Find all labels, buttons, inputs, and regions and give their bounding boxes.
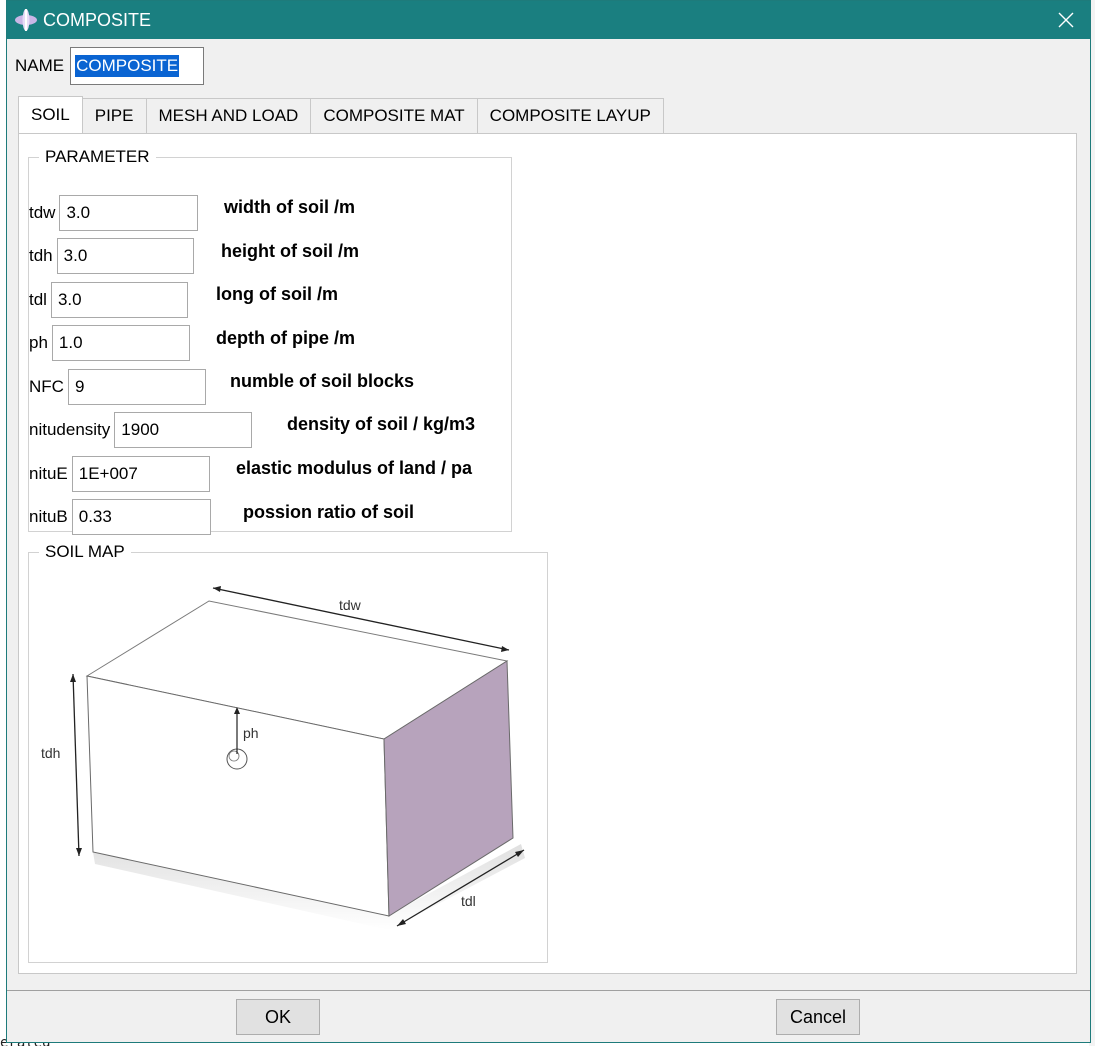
name-label: NAME xyxy=(15,56,65,75)
nfc-input[interactable]: 9 xyxy=(67,369,206,405)
param-row-nitub: nituB 0.33 xyxy=(29,497,211,537)
tdw-input[interactable]: 3.0 xyxy=(59,195,199,231)
tdl-label: tdl xyxy=(461,893,476,909)
nitue-input[interactable]: 1E+007 xyxy=(71,456,210,492)
cancel-button[interactable]: Cancel xyxy=(776,999,860,1035)
param-label: tdl xyxy=(29,290,47,309)
arrowhead-icon xyxy=(70,674,76,682)
param-label: ph xyxy=(29,333,48,352)
tab-composite-layup[interactable]: COMPOSITE LAYUP xyxy=(476,98,664,133)
close-button[interactable] xyxy=(1050,5,1082,35)
tab-mesh-and-load[interactable]: MESH AND LOAD xyxy=(145,98,312,133)
param-row-nfc: NFC 9 xyxy=(29,367,206,407)
soil-map-group: SOIL MAP tdw tdh ph tdl xyxy=(28,542,548,963)
soil-map-diagram: tdw tdh ph tdl xyxy=(41,586,525,930)
app-icon xyxy=(13,7,39,33)
parameter-group: PARAMETER tdw 3.0 width of soil /m tdh 3… xyxy=(28,147,512,535)
title-bar[interactable]: COMPOSITE xyxy=(7,1,1090,39)
param-description: depth of pipe /m xyxy=(216,328,355,348)
param-description: width of soil /m xyxy=(224,197,355,217)
tab-soil[interactable]: SOIL xyxy=(18,96,83,133)
nitub-input[interactable]: 0.33 xyxy=(71,499,211,535)
param-description: possion ratio of soil xyxy=(243,502,415,522)
tab-composite-mat[interactable]: COMPOSITE MAT xyxy=(310,98,478,133)
close-icon xyxy=(1058,12,1074,28)
soil-tab-panel: PARAMETER tdw 3.0 width of soil /m tdh 3… xyxy=(18,133,1077,974)
window-title: COMPOSITE xyxy=(43,9,152,30)
param-row-tdw: tdw 3.0 xyxy=(29,193,199,233)
param-row-tdh: tdh 3.0 xyxy=(29,236,194,276)
arrowhead-icon xyxy=(76,848,82,856)
ok-button[interactable]: OK xyxy=(236,999,320,1035)
tdh-arrow xyxy=(72,673,80,857)
param-label: nituE xyxy=(29,464,68,483)
param-label: nitudensity xyxy=(29,420,111,439)
ph-input[interactable]: 1.0 xyxy=(51,325,190,361)
name-row: NAME COMPOSITE xyxy=(15,46,205,86)
tab-pipe[interactable]: PIPE xyxy=(81,98,147,133)
tdw-label: tdw xyxy=(339,597,362,613)
param-row-ph: ph 1.0 xyxy=(29,323,190,363)
tdl-input[interactable]: 3.0 xyxy=(50,282,188,318)
arrowhead-icon xyxy=(501,646,509,652)
bottom-separator xyxy=(7,990,1090,991)
soil-map-group-title: SOIL MAP xyxy=(45,542,125,561)
arrowhead-icon xyxy=(213,586,221,592)
param-label: nituB xyxy=(29,507,68,526)
param-description: numble of soil blocks xyxy=(230,371,415,391)
parameter-group-title: PARAMETER xyxy=(45,147,150,166)
param-row-tdl: tdl 3.0 xyxy=(29,280,188,320)
param-label: NFC xyxy=(29,377,64,396)
composite-dialog: COMPOSITE NAME COMPOSITE SOIL PIPE MESH … xyxy=(6,0,1091,1043)
tdh-input[interactable]: 3.0 xyxy=(56,238,194,274)
param-description: long of soil /m xyxy=(216,284,338,304)
tdh-label: tdh xyxy=(41,745,60,761)
param-description: density of soil / kg/m3 xyxy=(287,414,476,434)
ph-label: ph xyxy=(243,725,259,741)
param-label: tdw xyxy=(29,203,56,222)
nitudensity-input[interactable]: 1900 xyxy=(114,412,253,448)
name-input[interactable]: COMPOSITE xyxy=(70,47,205,85)
param-description: elastic modulus of land / pa xyxy=(236,458,473,478)
name-input-value: COMPOSITE xyxy=(75,55,180,77)
param-description: height of soil /m xyxy=(221,241,359,261)
tab-bar: SOIL PIPE MESH AND LOAD COMPOSITE MAT CO… xyxy=(18,96,664,134)
param-row-nitudensity: nitudensity 1900 xyxy=(29,410,253,450)
param-label: tdh xyxy=(29,246,53,265)
param-row-nitue: nituE 1E+007 xyxy=(29,454,210,494)
